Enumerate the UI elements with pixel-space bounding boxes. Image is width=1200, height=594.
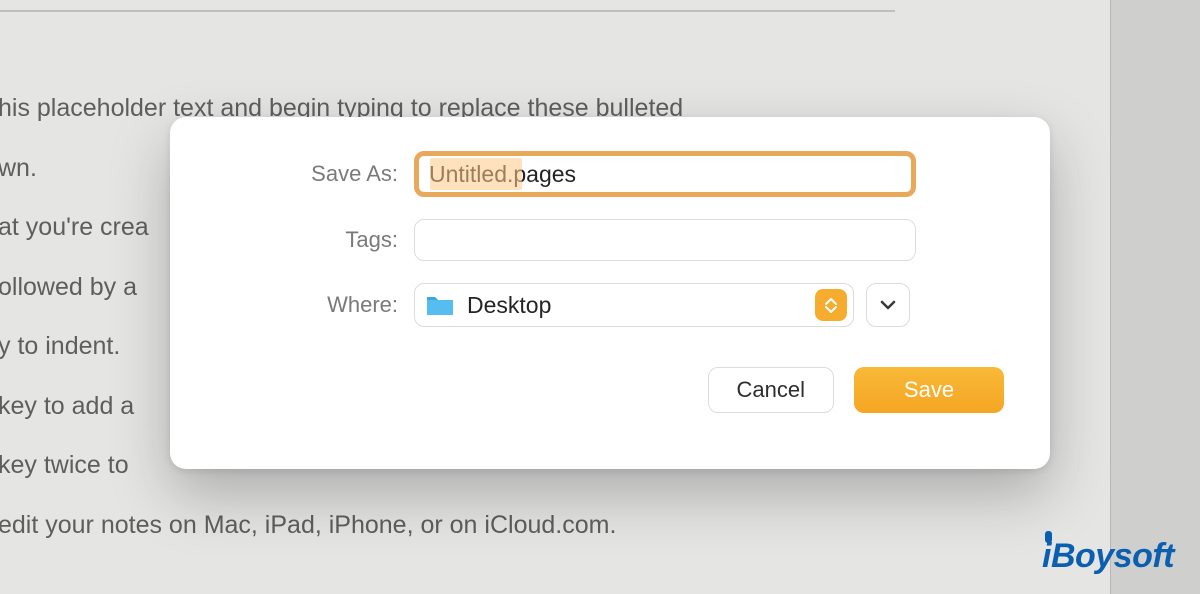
where-location-text: Desktop bbox=[467, 292, 815, 319]
save-as-input[interactable] bbox=[414, 151, 916, 197]
expand-dialog-button[interactable] bbox=[866, 283, 910, 327]
tags-label: Tags: bbox=[216, 227, 414, 253]
cancel-button[interactable]: Cancel bbox=[708, 367, 834, 413]
horizontal-rule bbox=[0, 10, 895, 12]
logo-dot-icon bbox=[1045, 531, 1052, 543]
inspector-pane bbox=[1110, 0, 1200, 594]
where-label: Where: bbox=[216, 292, 414, 318]
save-as-label: Save As: bbox=[216, 161, 414, 187]
where-location-select[interactable]: Desktop bbox=[414, 283, 854, 327]
doc-line: edit your notes on Mac, iPad, iPhone, or… bbox=[0, 507, 1110, 545]
watermark-logo: iBoysoft bbox=[1042, 537, 1174, 576]
chevron-up-down-icon bbox=[815, 289, 847, 321]
tags-input[interactable] bbox=[414, 219, 916, 261]
save-dialog: Save As: Tags: Where: Desktop bbox=[170, 117, 1050, 469]
save-button[interactable]: Save bbox=[854, 367, 1004, 413]
chevron-down-icon bbox=[880, 300, 896, 310]
folder-icon bbox=[425, 293, 455, 317]
watermark-text: iBoysoft bbox=[1042, 537, 1174, 575]
